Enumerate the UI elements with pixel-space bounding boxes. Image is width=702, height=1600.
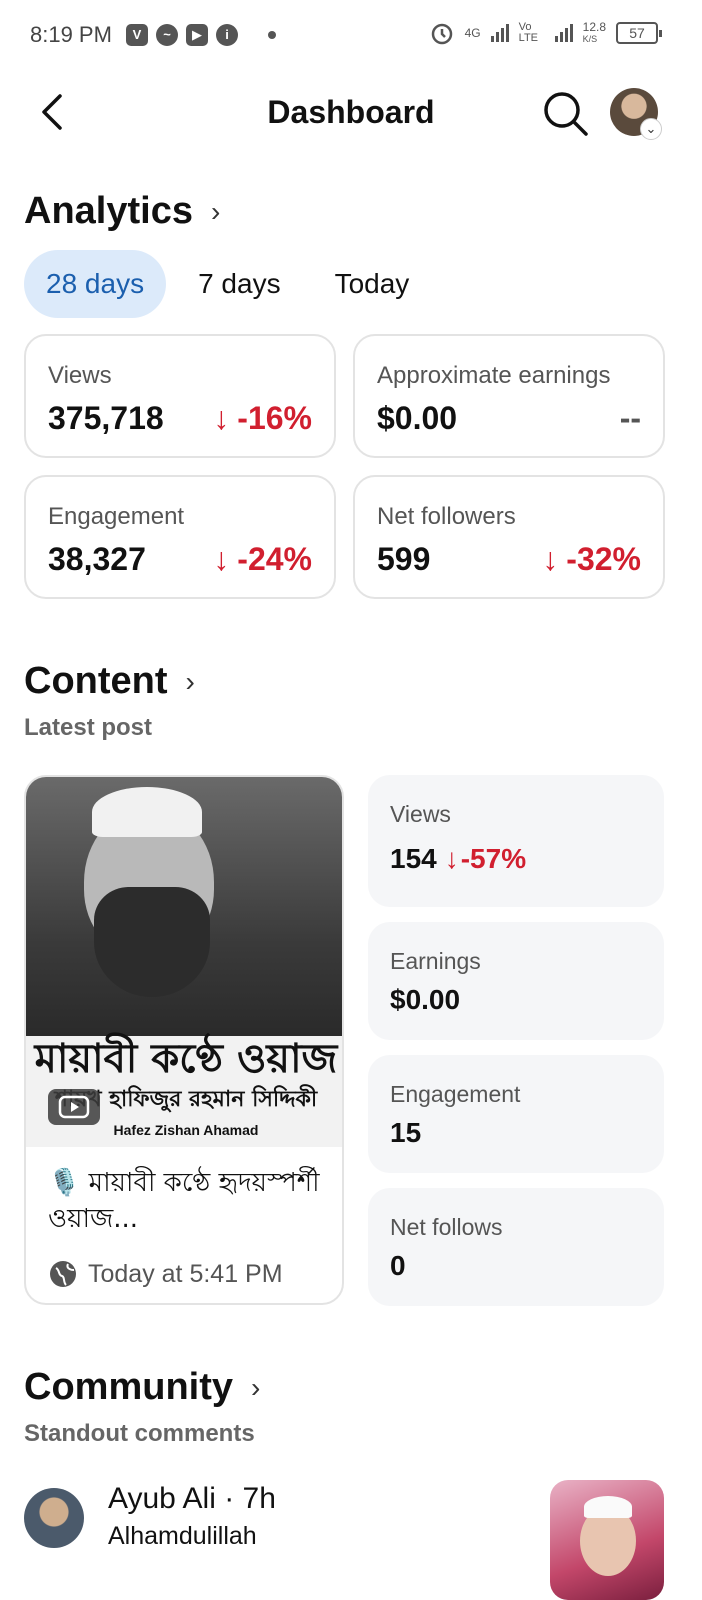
network-type: 4G [464, 26, 481, 40]
commenter-avatar[interactable] [24, 1488, 84, 1548]
metric-value: 38,327 [48, 541, 146, 577]
network-speed: 12.8 K/S [583, 21, 606, 45]
vpn-app-icon: V [126, 24, 148, 46]
community-subtitle: Standout comments [24, 1420, 255, 1447]
chevron-down-icon: ⌄ [640, 118, 662, 140]
status-bar: 8:19 PM V ~ ▶ i 4G Vo LTE 12.8 K/S 57 [0, 0, 702, 70]
youtube-icon: ▶ [186, 24, 208, 46]
stat-value-row: 154 ↓ -57% [390, 843, 526, 875]
change-value: -32% [566, 541, 641, 577]
messenger-icon: ~ [156, 24, 178, 46]
latest-post-card[interactable]: মায়াবী কণ্ঠে ওয়াজ শায়খ হাফিজুর রহমান … [24, 775, 344, 1305]
metric-label: Engagement [48, 503, 185, 530]
stat-value: 0 [390, 1250, 406, 1281]
metric-change: ↓ -16% [213, 400, 312, 437]
change-value: -24% [237, 541, 312, 577]
metric-change: -- [619, 400, 641, 436]
stat-value: $0.00 [390, 984, 461, 1015]
metric-card-earnings[interactable]: Approximate earnings $0.00 -- [353, 334, 665, 458]
comment-post-thumbnail[interactable] [550, 1480, 664, 1600]
stat-tile-net-follows[interactable]: Net follows 0 [368, 1188, 664, 1306]
search-icon[interactable] [540, 88, 590, 138]
more-notifications-dot-icon [268, 31, 276, 39]
metric-card-views[interactable]: Views 375,718 ↓ -16% [24, 334, 336, 458]
tab-28-days[interactable]: 28 days [24, 250, 167, 318]
content-subtitle: Latest post [24, 714, 153, 741]
stat-change: -57% [460, 843, 527, 874]
tab-today[interactable]: Today [313, 250, 432, 318]
arrow-down-icon: ↓ [213, 541, 230, 577]
metric-value: 599 [377, 541, 431, 577]
metric-card-engagement[interactable]: Engagement 38,327 ↓ -24% [24, 475, 336, 599]
video-play-icon [48, 1089, 100, 1125]
speed-value: 12.8 [582, 20, 606, 34]
arrow-down-icon: ↓ [542, 541, 559, 577]
stat-value: 154 [390, 843, 437, 874]
post-meta: Today at 5:41 PM [48, 1259, 283, 1289]
post-thumbnail: মায়াবী কণ্ঠে ওয়াজ শায়খ হাফিজুর রহমান … [26, 777, 342, 1147]
stat-tile-views[interactable]: Views 154 ↓ -57% [368, 775, 664, 907]
metric-change: ↓ -24% [213, 541, 312, 578]
battery-icon: 57 [616, 22, 662, 44]
analytics-heading[interactable]: Analytics › [24, 190, 220, 233]
thumbnail-cap [92, 787, 202, 837]
post-time: Today at 5:41 PM [88, 1259, 283, 1288]
tab-7-days[interactable]: 7 days [176, 250, 303, 318]
content-title: Content [24, 660, 168, 702]
signal-icon [490, 24, 509, 42]
stat-label: Net follows [390, 1214, 503, 1240]
status-time: 8:19 PM [30, 22, 112, 47]
globe-icon [50, 1261, 76, 1287]
change-value: -16% [237, 400, 312, 436]
chevron-right-icon: › [210, 195, 221, 227]
system-icons: 4G Vo LTE 12.8 K/S 57 [429, 20, 662, 46]
chevron-right-icon: › [251, 1371, 261, 1403]
speed-unit: K/S [582, 34, 598, 44]
stat-tile-engagement[interactable]: Engagement 15 [368, 1055, 664, 1173]
stat-label: Views [390, 801, 451, 827]
period-tabs: 28 days 7 days Today [24, 250, 431, 318]
stat-tile-earnings[interactable]: Earnings $0.00 [368, 922, 664, 1040]
stat-value: 15 [390, 1117, 422, 1148]
metric-value: 375,718 [48, 400, 164, 436]
volte-label: Vo LTE [518, 21, 538, 44]
metric-card-net-followers[interactable]: Net followers 599 ↓ -32% [353, 475, 665, 599]
metric-label: Approximate earnings [377, 362, 611, 389]
community-heading[interactable]: Community › [24, 1366, 260, 1409]
page-title: Dashboard [267, 94, 435, 130]
signal-icon-2 [554, 24, 573, 42]
chevron-right-icon: › [185, 665, 195, 697]
metric-label: Net followers [377, 503, 516, 530]
top-app-bar: Dashboard ⌄ [0, 70, 702, 154]
metric-value: $0.00 [377, 400, 458, 436]
metric-label: Views [48, 362, 112, 389]
stat-label: Earnings [390, 948, 481, 974]
post-caption: 🎙️ মায়াবী কণ্ঠে হৃদয়স্পর্শী ওয়াজ... [48, 1168, 320, 1234]
stat-label: Engagement [390, 1081, 521, 1107]
metric-change: ↓ -32% [542, 541, 641, 578]
comment-text: Alhamdulillah [108, 1522, 257, 1550]
arrow-down-icon: ↓ [444, 843, 459, 874]
thumbnail-beard [94, 887, 210, 997]
profile-avatar[interactable]: ⌄ [610, 88, 662, 140]
community-title: Community [24, 1366, 233, 1408]
arrow-down-icon: ↓ [213, 400, 230, 436]
analytics-title: Analytics [24, 190, 193, 232]
comment-author[interactable]: Ayub Ali · 7h [108, 1482, 276, 1516]
imo-icon: i [216, 24, 238, 46]
thumbnail-cap [584, 1496, 632, 1518]
content-heading[interactable]: Content › [24, 660, 195, 703]
alarm-icon [431, 23, 452, 45]
notification-icons: V ~ ▶ i [126, 24, 276, 46]
